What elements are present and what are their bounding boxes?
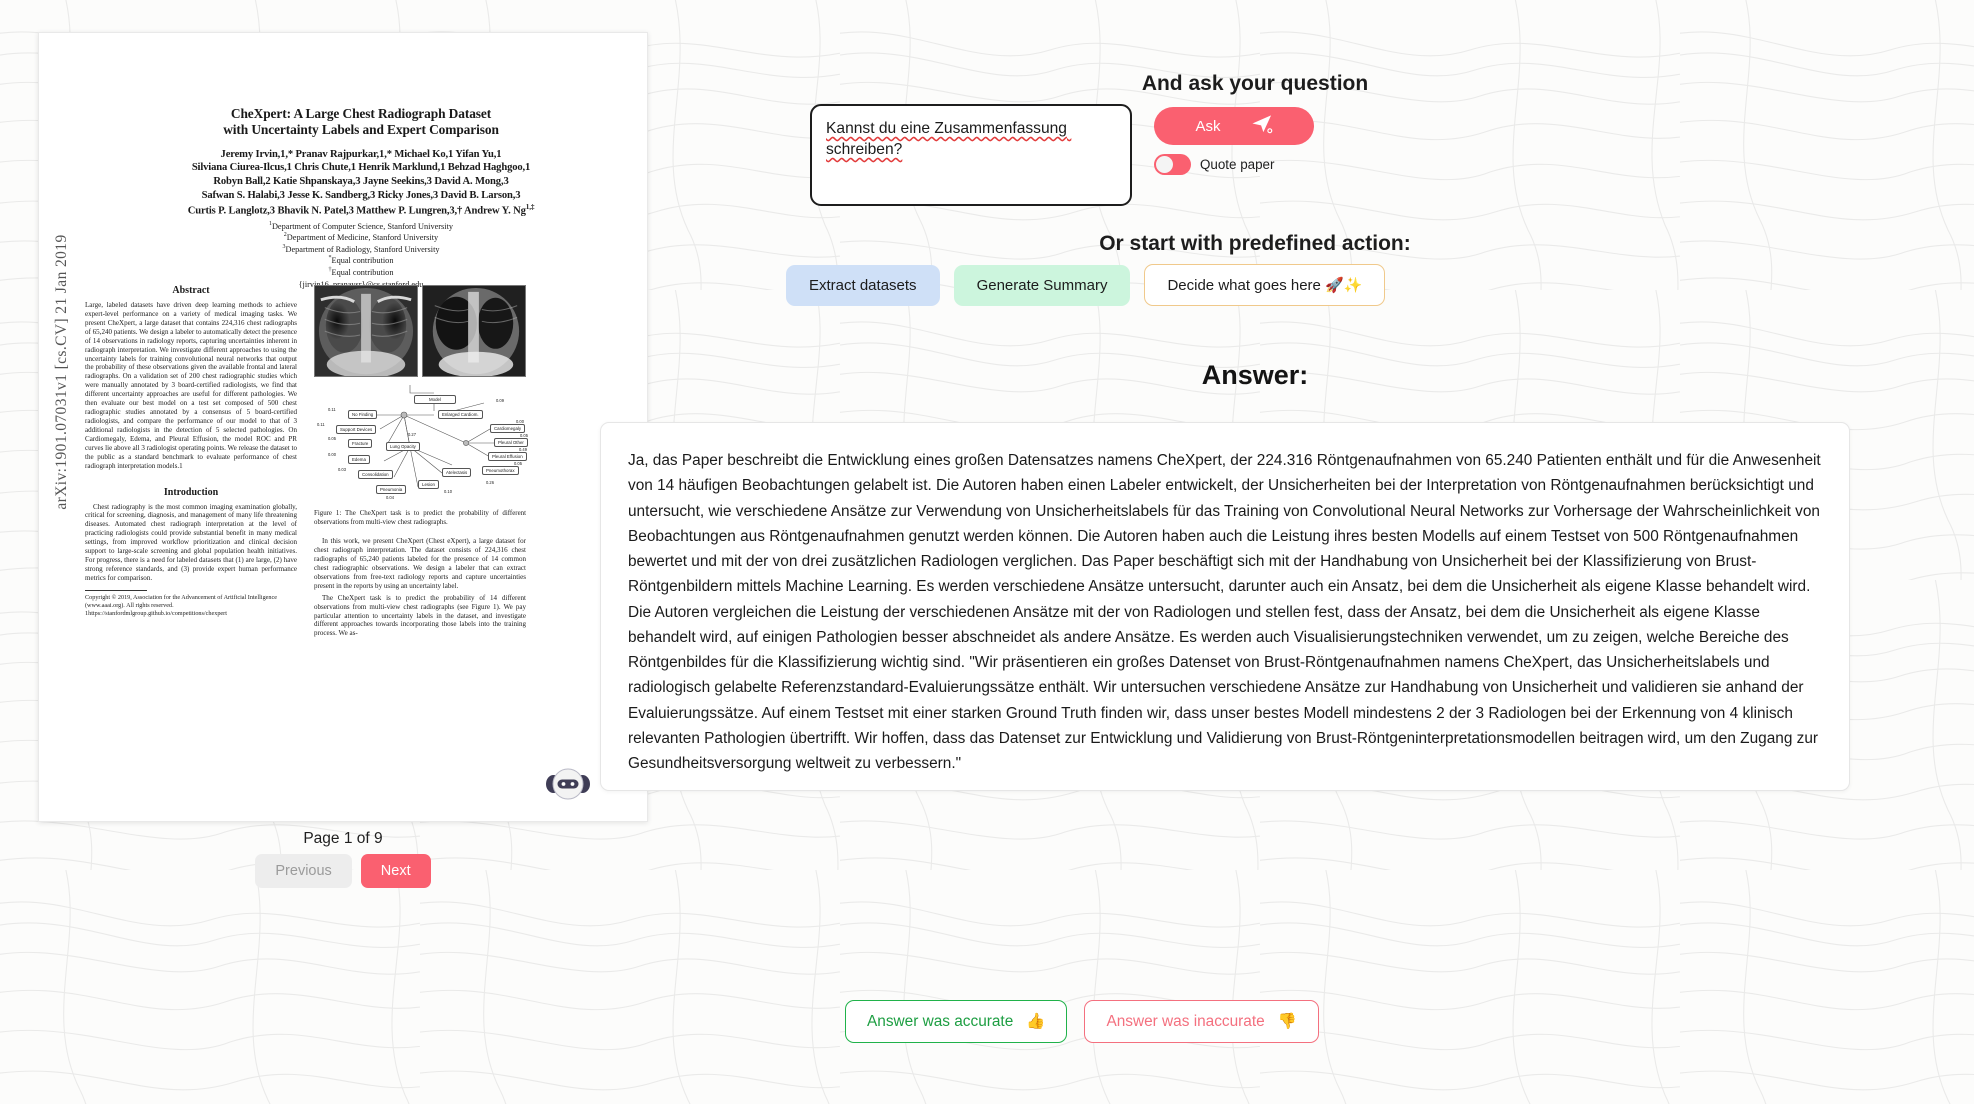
quote-paper-label: Quote paper	[1200, 157, 1275, 172]
footnote-url: 1https://stanfordmlgroup.github.io/compe…	[85, 609, 227, 617]
author-line: Robyn Ball,2 Katie Shpanskaya,3 Jayne Se…	[213, 176, 509, 188]
chest-xray-frontal-image	[314, 285, 418, 377]
chest-xray-lateral-image	[422, 285, 526, 377]
pdf-pager: Page 1 of 9 Previous Next	[38, 830, 648, 888]
thumbs-down-icon: 👎	[1277, 1013, 1297, 1030]
paper-plane-icon	[1251, 114, 1273, 138]
paper-authors: Jeremy Irvin,1,* Pranav Rajpurkar,1,* Mi…	[85, 148, 637, 218]
diagram-prob-pneumothorax: 0.05	[514, 461, 522, 466]
ask-button[interactable]: Ask	[1154, 107, 1314, 145]
diagram-prob-consolidation: 0.03	[338, 467, 346, 472]
quote-paper-row: Quote paper	[1154, 154, 1314, 175]
thumbs-up-icon: 👍	[1026, 1013, 1046, 1030]
arxiv-stamp: arXiv:1901.07031v1 [cs.CV] 21 Jan 2019	[53, 234, 70, 510]
predefined-actions-row: Extract datasets Generate Summary Decide…	[786, 264, 1386, 306]
paper-column-right: Model No Finding 0.11 Enlarged Cardiom. …	[314, 281, 528, 813]
quote-paper-toggle[interactable]	[1154, 154, 1191, 175]
diagram-node-pleural-effusion: Pleural Effusion	[488, 452, 527, 462]
feedback-row: Answer was accurate 👍 Answer was inaccur…	[845, 1000, 1319, 1043]
diagram-node-model: Model	[414, 395, 456, 405]
ask-button-label: Ask	[1195, 117, 1221, 135]
diagram-node-cardiomegaly: Cardiomegaly	[490, 424, 526, 434]
introduction-heading: Introduction	[163, 486, 219, 498]
chat-pane: And ask your question Ask Quote paper	[546, 0, 1974, 1104]
affiliation-line: *Equal contribution	[328, 255, 394, 265]
diagram-prob-pneumonia: 0.04	[386, 495, 394, 500]
pdf-viewer-pane: arXiv:1901.07031v1 [cs.CV] 21 Jan 2019 C…	[38, 32, 648, 888]
figure-radiographs	[314, 285, 526, 377]
ask-question-heading: And ask your question	[1141, 72, 1369, 95]
answer-inaccurate-button[interactable]: Answer was inaccurate 👎	[1084, 1000, 1319, 1043]
diagram-node-lesion: Lesion	[418, 480, 439, 490]
answer-heading: Answer:	[1201, 360, 1309, 390]
next-page-button[interactable]: Next	[360, 854, 431, 888]
ask-row: Ask Quote paper	[810, 104, 1314, 206]
decide-action-button[interactable]: Decide what goes here 🚀✨	[1144, 264, 1386, 306]
diagram-prob-cardiomegaly: 0.00	[516, 419, 524, 424]
toggle-knob	[1156, 156, 1173, 173]
diagram-prob-fracture: 0.05	[328, 436, 336, 441]
page-indicator: Page 1 of 9	[303, 830, 383, 847]
diagram-node-pneumonia: Pneumonia	[376, 485, 407, 495]
copyright-note: Copyright © 2019, Association for the Ad…	[85, 593, 277, 609]
answer-card: Ja, das Paper beschreibt die Entwicklung…	[600, 422, 1850, 791]
paper-title: CheXpert: A Large Chest Radiograph Datas…	[85, 106, 637, 139]
diagram-node-enlarged-cardiom: Enlarged Cardiom.	[438, 410, 483, 420]
diagram-prob-enlarged-cardiom: 0.09	[496, 398, 504, 403]
diagram-prob-pleural-other: 0.05	[520, 433, 528, 438]
figure-model-diagram: Model No Finding 0.11 Enlarged Cardiom. …	[314, 385, 528, 503]
paper-title-line1: CheXpert: A Large Chest Radiograph Datas…	[230, 106, 492, 121]
diagram-prob-edema: 0.00	[328, 452, 336, 457]
footnote-divider	[85, 589, 147, 591]
affiliation-line: 1Department of Computer Science, Stanfor…	[268, 221, 454, 231]
paper-affiliations: 1Department of Computer Science, Stanfor…	[85, 221, 637, 278]
generate-summary-button[interactable]: Generate Summary	[953, 264, 1131, 306]
extract-datasets-button[interactable]: Extract datasets	[786, 264, 940, 306]
introduction-text: Chest radiography is the most common ima…	[85, 502, 297, 582]
diagram-node-support-devices: Support Devices	[336, 425, 377, 435]
author-line: Curtis P. Langlotz,3 Bhavik N. Patel,3 M…	[187, 202, 535, 217]
ask-controls: Ask Quote paper	[1154, 104, 1314, 175]
body-paragraph-2: The CheXpert task is to predict the prob…	[314, 593, 526, 638]
diagram-node-pleural-other: Pleural Other	[494, 438, 528, 448]
figure-caption: Figure 1: The CheXpert task is to predic…	[314, 510, 526, 526]
answer-inaccurate-label: Answer was inaccurate	[1106, 1012, 1265, 1030]
answer-accurate-button[interactable]: Answer was accurate 👍	[845, 1000, 1068, 1043]
abstract-text: Large, labeled datasets have driven deep…	[85, 301, 298, 470]
diagram-node-consolidation: Consolidation	[358, 470, 393, 480]
diagram-prob-atelectasis: 0.26	[486, 480, 494, 485]
answer-text: Ja, das Paper beschreibt die Entwicklung…	[628, 452, 1825, 773]
diagram-prob-support-devices: 0.11	[317, 422, 325, 427]
diagram-node-atelectasis: Atelectasis	[442, 468, 472, 478]
paper-title-line2: with Uncertainty Labels and Expert Compa…	[223, 122, 499, 138]
author-line: Jeremy Irvin,1,* Pranav Rajpurkar,1,* Mi…	[220, 148, 502, 160]
predefined-actions-heading: Or start with predefined action:	[1099, 232, 1411, 255]
affiliation-line: †Equal contribution	[328, 266, 394, 277]
diagram-prob-no-finding: 0.11	[328, 407, 336, 412]
author-line: Silviana Ciurea-Ilcus,1 Chris Chute,1 He…	[191, 162, 531, 174]
body-paragraph-1: In this work, we present CheXpert (Chest…	[314, 537, 526, 590]
diagram-node-lung-opacity: Lung Opacity	[386, 442, 420, 452]
paper-column-left: Abstract Large, labeled datasets have dr…	[85, 281, 297, 813]
diagram-node-pneumothorax: Pneumothorax	[482, 466, 519, 476]
pager-buttons: Previous Next	[38, 854, 648, 888]
pdf-page-canvas[interactable]: arXiv:1901.07031v1 [cs.CV] 21 Jan 2019 C…	[38, 32, 648, 822]
answer-accurate-label: Answer was accurate	[867, 1012, 1014, 1030]
abstract-heading: Abstract	[172, 285, 210, 296]
diagram-prob-pleural-effusion: 0.49	[519, 447, 527, 452]
diagram-node-edema: Edema	[348, 455, 370, 465]
paper-columns: Abstract Large, labeled datasets have dr…	[85, 281, 637, 813]
author-line: Safwan S. Halabi,3 Jesse K. Sandberg,3 R…	[201, 189, 521, 201]
question-input[interactable]	[810, 104, 1132, 206]
diagram-node-no-finding: No Finding	[348, 410, 378, 420]
diagram-prob-lesion: 0.10	[444, 489, 452, 494]
affiliation-line: 3Department of Radiology, Stanford Unive…	[282, 243, 440, 254]
diagram-prob-lung-opacity: 0.27	[408, 432, 416, 437]
previous-page-button[interactable]: Previous	[255, 854, 352, 888]
robot-avatar-icon	[545, 765, 591, 803]
diagram-node-fracture: Fracture	[348, 439, 373, 449]
affiliation-line: 2Department of Medicine, Stanford Univer…	[283, 232, 439, 243]
paper-content: CheXpert: A Large Chest Radiograph Datas…	[85, 81, 637, 813]
